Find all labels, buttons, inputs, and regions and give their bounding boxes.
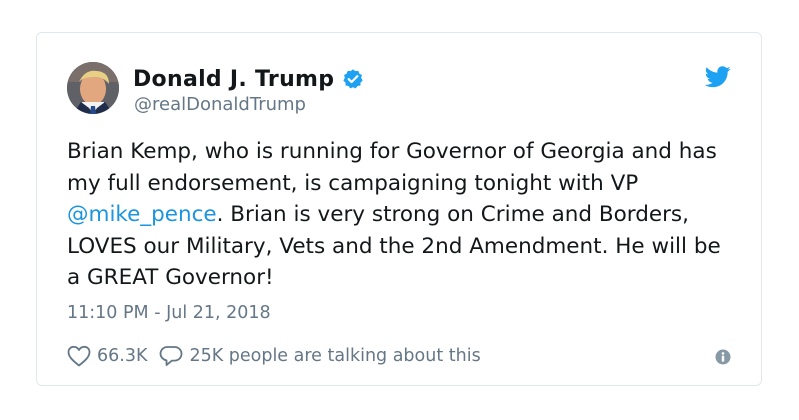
verified-badge-icon [343, 69, 363, 89]
like-count: 66.3K [97, 346, 148, 366]
conversation-count: 25K people are talking about this [189, 346, 481, 366]
heart-icon [67, 345, 91, 367]
reply-button[interactable]: 25K people are talking about this [159, 345, 481, 367]
avatar[interactable] [67, 62, 119, 114]
author-handle[interactable]: @realDonaldTrump [134, 94, 306, 115]
tweet-text-part-1: Brian Kemp, who is running for Governor … [67, 139, 717, 196]
tweet-card: Donald J. Trump @realDonaldTrump Brian K… [36, 32, 762, 386]
author-name-row: Donald J. Trump [133, 64, 364, 94]
info-icon[interactable] [715, 349, 731, 365]
like-button[interactable]: 66.3K [67, 345, 147, 367]
tweet-timestamp[interactable]: 11:10 PM - Jul 21, 2018 [67, 303, 271, 323]
twitter-bird-icon[interactable] [705, 66, 731, 88]
avatar-image [67, 62, 119, 114]
tweet-actions: 66.3K 25K people are talking about this [67, 344, 493, 368]
tweet-text: Brian Kemp, who is running for Governor … [67, 136, 737, 294]
mention-link[interactable]: @mike_pence [67, 202, 217, 227]
speech-bubble-icon [160, 346, 183, 366]
author-display-name[interactable]: Donald J. Trump [133, 67, 334, 92]
